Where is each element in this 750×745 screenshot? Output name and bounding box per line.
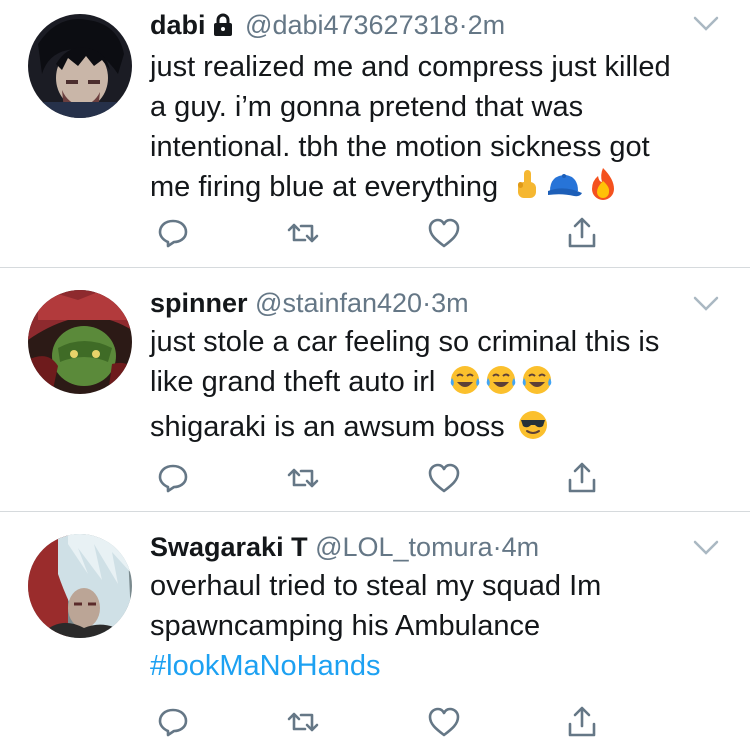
tweet-line: like grand theft auto irl [150,362,710,407]
sunglasses-emoji-icon [517,409,549,452]
retweet-icon[interactable] [285,215,321,251]
hashtag-link[interactable]: #lookMaNoHands [150,650,381,682]
reply-icon[interactable] [155,460,191,496]
tweet-text: just realized me and compress just kille… [150,47,710,212]
separator: · [458,10,468,40]
tweet-line: just stole a car feeling so criminal thi… [150,326,660,358]
display-name[interactable]: dabi [150,10,206,40]
tweet-line-text: me firing blue at everything [150,171,499,203]
avatar[interactable] [28,14,132,118]
timestamp[interactable]: 4m [502,532,540,562]
tweet-line: a guy. i’m gonna pretend that was [150,91,584,123]
like-icon[interactable] [426,460,462,496]
tears-of-joy-emoji-icon [449,364,481,407]
tweet-line: me firing blue at everything [150,167,710,212]
tears-of-joy-emoji-icon [485,364,517,407]
tweet-line: intentional. tbh the motion sickness got [150,131,650,163]
tweet[interactable]: dabi @dabi473627318·2m just realized me … [0,0,750,268]
like-icon[interactable] [426,215,462,251]
separator: · [492,532,502,562]
blue-cap-emoji-icon [544,171,584,212]
username[interactable]: @dabi473627318 [245,10,459,40]
share-icon[interactable] [564,215,600,251]
middle-finger-emoji-icon [514,169,540,212]
lock-icon [212,11,234,45]
share-icon[interactable] [564,704,600,740]
tweet[interactable]: Swagaraki T @LOL_tomura·4m overhaul trie… [0,512,750,745]
avatar[interactable] [28,534,132,638]
tweet-text: just stole a car feeling so criminal thi… [150,322,710,452]
chevron-down-icon[interactable] [692,294,720,314]
timestamp[interactable]: 2m [468,10,506,40]
separator: · [422,288,432,318]
avatar[interactable] [28,290,132,394]
fire-emoji-icon [588,167,618,212]
display-name[interactable]: Swagaraki T [150,532,308,562]
tweet-actions [150,460,610,500]
retweet-icon[interactable] [285,460,321,496]
username[interactable]: @stainfan420 [255,288,422,318]
retweet-icon[interactable] [285,704,321,740]
tweet-line: just realized me and compress just kille… [150,51,671,83]
tweet-actions [150,215,610,255]
timestamp[interactable]: 3m [431,288,469,318]
tweet-line-text: like grand theft auto irl [150,366,436,398]
tweet-text: overhaul tried to steal my squad Im spaw… [150,566,710,686]
tweet-line: spawncamping his Ambulance [150,610,541,642]
tweet[interactable]: spinner @stainfan420·3m just stole a car… [0,268,750,512]
like-icon[interactable] [426,704,462,740]
tweet-actions [150,704,610,744]
reply-icon[interactable] [155,215,191,251]
display-name[interactable]: spinner [150,288,248,318]
share-icon[interactable] [564,460,600,496]
tears-of-joy-emoji-icon [521,364,553,407]
username[interactable]: @LOL_tomura [315,532,493,562]
tweet-line: overhaul tried to steal my squad Im [150,570,602,602]
tweet-line: shigaraki is an awsum boss [150,407,710,452]
tweet-line-text: shigaraki is an awsum boss [150,411,505,443]
chevron-down-icon[interactable] [692,538,720,558]
reply-icon[interactable] [155,704,191,740]
chevron-down-icon[interactable] [692,14,720,34]
